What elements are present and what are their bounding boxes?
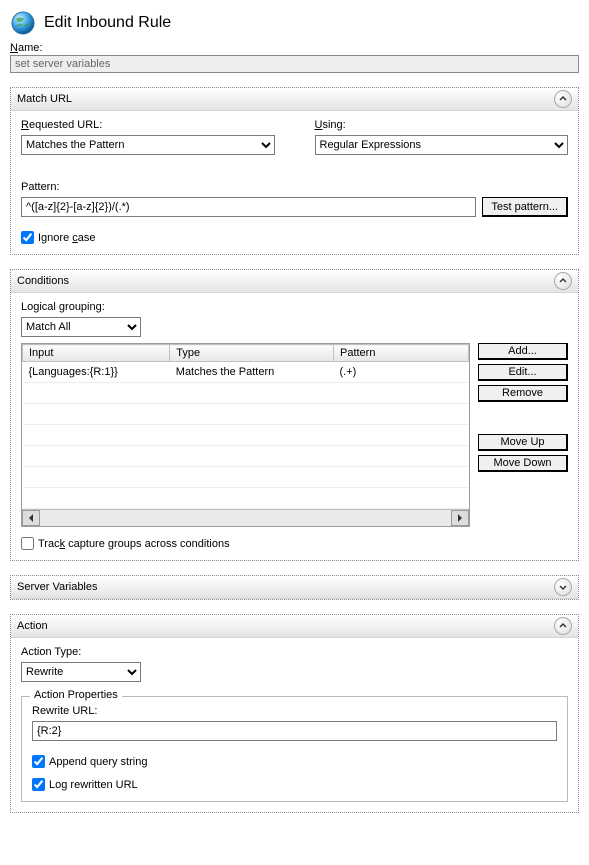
move-down-button[interactable]: Move Down <box>478 455 568 472</box>
table-header-row: Input Type Pattern <box>23 345 469 362</box>
chevron-up-icon <box>559 277 567 285</box>
panel-title: Conditions <box>17 275 69 287</box>
edit-button[interactable]: Edit... <box>478 364 568 381</box>
rewrite-url-label: Rewrite URL: <box>32 705 557 717</box>
collapse-button[interactable] <box>554 617 572 635</box>
name-label: Name: <box>10 42 579 54</box>
panel-title: Action <box>17 620 48 632</box>
collapse-button[interactable] <box>554 272 572 290</box>
conditions-button-stack: Add... Edit... Remove Move Up Move Down <box>478 343 568 472</box>
table-row[interactable] <box>23 446 469 467</box>
table-row[interactable] <box>23 425 469 446</box>
table-row[interactable] <box>23 467 469 488</box>
name-input[interactable] <box>10 55 579 73</box>
ignore-case-label: Ignore case <box>38 232 96 244</box>
col-type[interactable]: Type <box>170 345 334 362</box>
track-groups-label: Track capture groups across conditions <box>38 538 230 550</box>
rewrite-url-input[interactable] <box>32 721 557 741</box>
append-query-row: Append query string <box>32 755 557 768</box>
logical-grouping-select[interactable]: Match All <box>21 317 141 337</box>
panel-match-url: Match URL Requested URL: Matches the Pat… <box>10 87 579 255</box>
panel-action: Action Action Type: Rewrite Action Prope… <box>10 614 579 813</box>
table-row[interactable] <box>23 404 469 425</box>
append-query-checkbox[interactable] <box>32 755 45 768</box>
table-row[interactable] <box>23 383 469 404</box>
conditions-table[interactable]: Input Type Pattern {Languages:{R:1}} Mat… <box>21 343 470 527</box>
add-button[interactable]: Add... <box>478 343 568 360</box>
panel-header-action: Action <box>11 615 578 638</box>
log-rewritten-label: Log rewritten URL <box>49 779 138 791</box>
table-row[interactable]: {Languages:{R:1}} Matches the Pattern (.… <box>23 362 469 383</box>
ignore-case-checkbox[interactable] <box>21 231 34 244</box>
expand-button[interactable] <box>554 578 572 596</box>
move-up-button[interactable]: Move Up <box>478 434 568 451</box>
requested-url-select[interactable]: Matches the Pattern <box>21 135 275 155</box>
using-label: Using: <box>315 119 569 131</box>
logical-grouping-label: Logical grouping: <box>21 301 568 313</box>
scroll-left-icon[interactable] <box>22 510 40 526</box>
panel-header-conditions: Conditions <box>11 270 578 293</box>
using-select[interactable]: Regular Expressions <box>315 135 569 155</box>
col-input[interactable]: Input <box>23 345 170 362</box>
log-rewritten-row: Log rewritten URL <box>32 778 557 791</box>
test-pattern-button[interactable]: Test pattern... <box>482 197 568 217</box>
chevron-up-icon <box>559 95 567 103</box>
panel-header-server-variables[interactable]: Server Variables <box>11 576 578 599</box>
fieldset-legend: Action Properties <box>30 689 122 701</box>
page-title: Edit Inbound Rule <box>44 14 171 32</box>
panel-header-match-url: Match URL <box>11 88 578 111</box>
collapse-button[interactable] <box>554 90 572 108</box>
panel-server-variables: Server Variables <box>10 575 579 600</box>
log-rewritten-checkbox[interactable] <box>32 778 45 791</box>
track-groups-row: Track capture groups across conditions <box>21 537 568 550</box>
panel-conditions: Conditions Logical grouping: Match All I… <box>10 269 579 561</box>
action-properties-fieldset: Action Properties Rewrite URL: Append qu… <box>21 696 568 802</box>
pattern-label: Pattern: <box>21 181 568 193</box>
panel-title: Server Variables <box>17 581 98 593</box>
requested-url-label: Requested URL: <box>21 119 275 131</box>
scroll-right-icon[interactable] <box>451 510 469 526</box>
table-row[interactable] <box>23 488 469 509</box>
action-type-label: Action Type: <box>21 646 568 658</box>
col-pattern[interactable]: Pattern <box>333 345 468 362</box>
append-query-label: Append query string <box>49 756 147 768</box>
pattern-input[interactable] <box>21 197 476 217</box>
ignore-case-row: Ignore case <box>21 231 568 244</box>
remove-button[interactable]: Remove <box>478 385 568 402</box>
horizontal-scrollbar[interactable] <box>22 509 469 526</box>
action-type-select[interactable]: Rewrite <box>21 662 141 682</box>
chevron-down-icon <box>559 583 567 591</box>
globe-icon <box>10 10 36 36</box>
panel-title: Match URL <box>17 93 72 105</box>
track-groups-checkbox[interactable] <box>21 537 34 550</box>
page-header: Edit Inbound Rule <box>10 10 579 36</box>
chevron-up-icon <box>559 622 567 630</box>
